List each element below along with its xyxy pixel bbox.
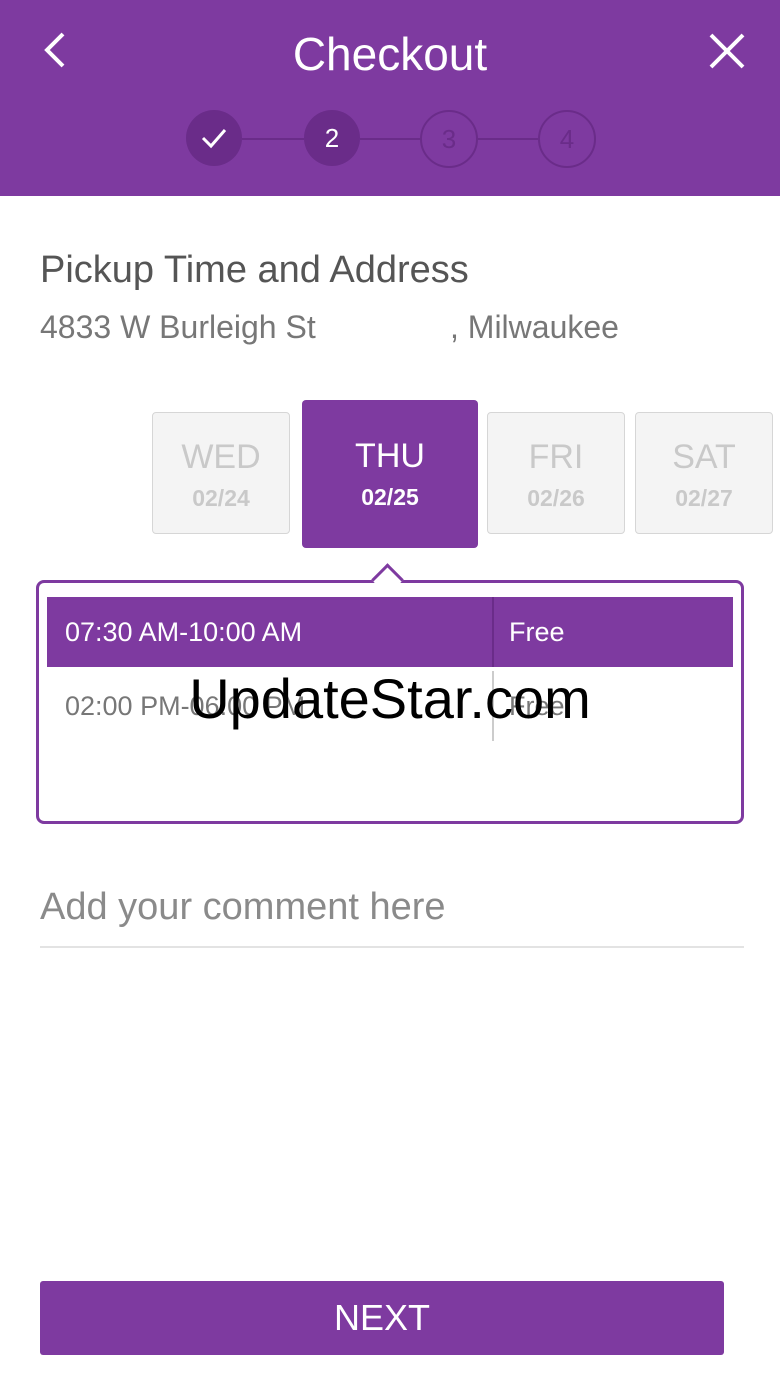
page-title: Checkout (292, 28, 488, 80)
day-option-fri[interactable]: FRI 02/26 (487, 412, 625, 534)
time-slot-list: 07:30 AM-10:00 AM Free 02:00 PM-06:00 PM… (36, 580, 744, 824)
pickup-address: 4833 W Burleigh St , Milwaukee (40, 306, 619, 348)
time-slot-row[interactable]: 02:00 PM-06:00 PM Free (47, 671, 733, 741)
checkout-stepper: 2 3 4 (186, 110, 596, 168)
day-date: 02/26 (527, 485, 585, 511)
day-name: FRI (528, 438, 584, 476)
step-number: 3 (441, 123, 457, 154)
slot-price: Free (509, 617, 565, 647)
day-option-sat[interactable]: SAT 02/27 (635, 412, 773, 534)
step-2-current: 2 (304, 110, 360, 166)
close-icon (709, 33, 745, 69)
day-date: 02/27 (675, 485, 733, 511)
slot-divider (492, 671, 494, 741)
comment-input[interactable] (40, 868, 744, 948)
time-slot-row[interactable]: 07:30 AM-10:00 AM Free (47, 597, 733, 667)
check-icon (201, 129, 227, 149)
step-number: 4 (559, 123, 575, 154)
day-date: 02/24 (192, 485, 250, 511)
slot-time: 07:30 AM-10:00 AM (65, 617, 303, 647)
header-bar: Checkout 2 3 4 (0, 0, 780, 196)
section-title: Pickup Time and Address (40, 249, 469, 291)
step-1-done (186, 110, 242, 166)
close-button[interactable] (700, 24, 754, 78)
slot-divider (492, 597, 494, 667)
address-street: 4833 W Burleigh St (40, 309, 316, 345)
day-option-wed[interactable]: WED 02/24 (152, 412, 290, 534)
step-number: 2 (324, 122, 340, 153)
day-name: SAT (672, 438, 736, 476)
address-city: , Milwaukee (450, 309, 619, 345)
day-name: WED (181, 438, 261, 476)
next-button[interactable]: NEXT (40, 1281, 724, 1355)
day-name: THU (355, 437, 425, 475)
day-date: 02/25 (361, 484, 419, 510)
slot-price: Free (509, 691, 565, 721)
step-connector (360, 138, 420, 140)
step-4: 4 (538, 110, 596, 168)
step-connector (242, 138, 304, 140)
slot-time: 02:00 PM-06:00 PM (65, 691, 306, 721)
step-3: 3 (420, 110, 478, 168)
day-option-thu[interactable]: THU 02/25 (302, 400, 478, 548)
step-connector (476, 138, 538, 140)
